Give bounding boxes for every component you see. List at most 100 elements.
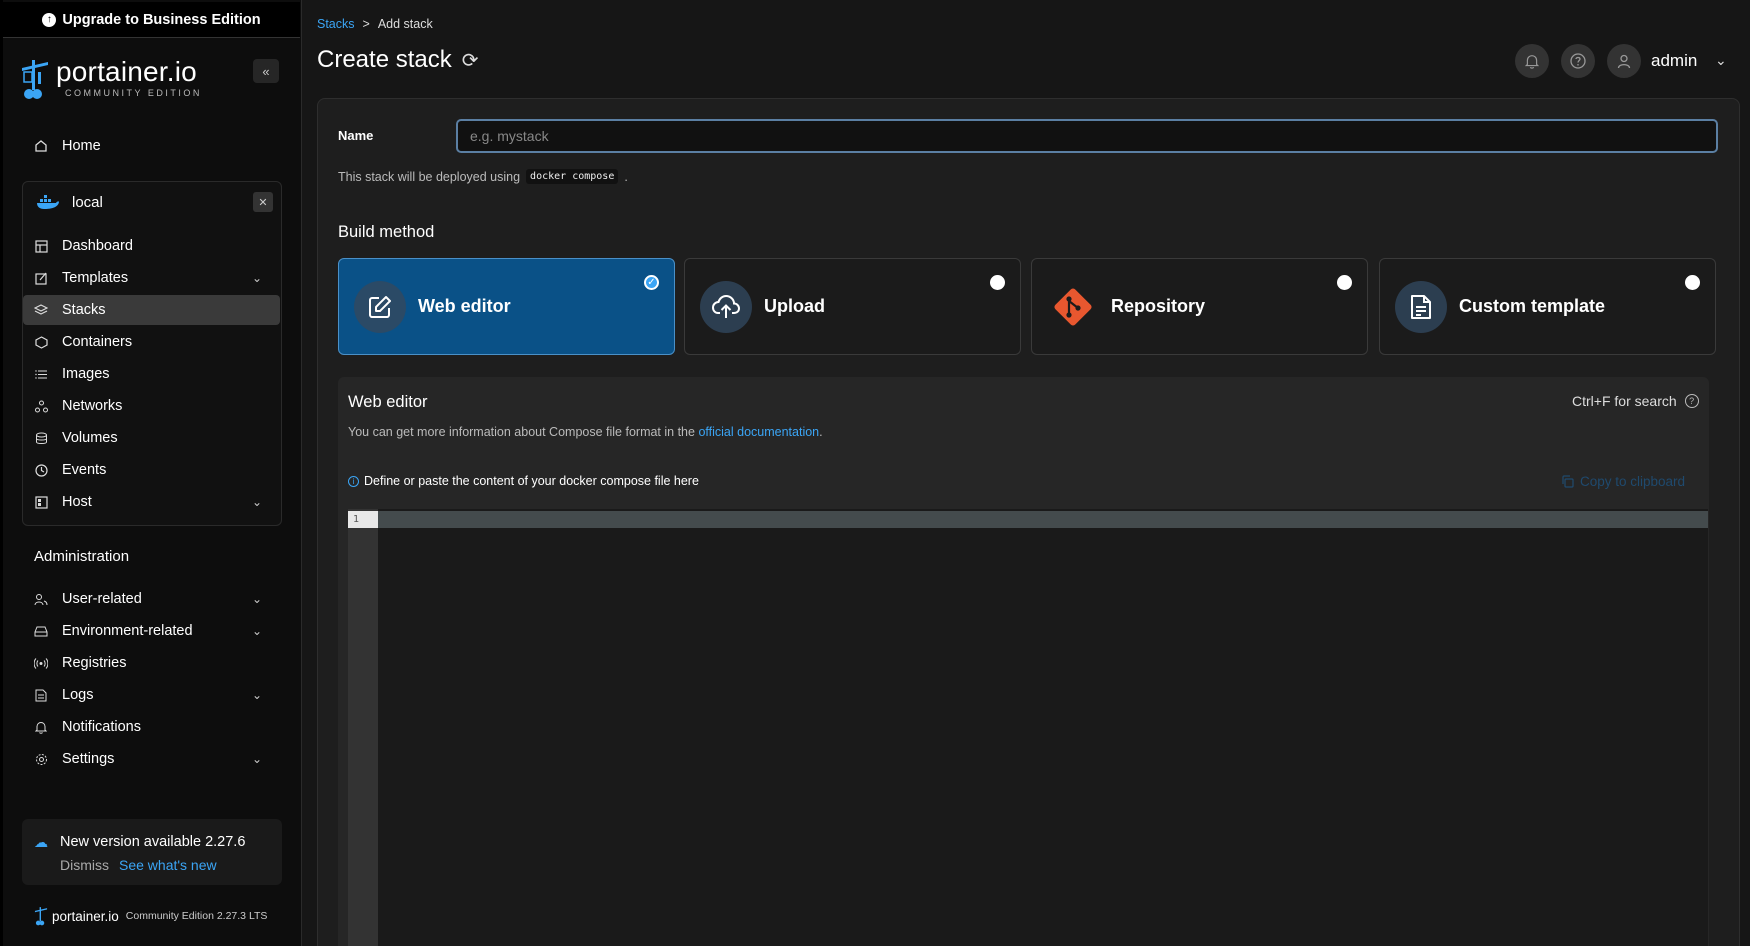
build-method-title: Build method <box>338 223 435 241</box>
copy-icon <box>1562 475 1574 488</box>
sidebar-item-templates[interactable]: Templates ⌄ <box>23 263 280 293</box>
line-number-gutter: 1 <box>348 509 378 946</box>
radio-button[interactable] <box>1337 275 1352 290</box>
sidebar-item-label: Environment-related <box>62 623 193 639</box>
dashboard-icon <box>34 239 48 253</box>
sidebar-item-networks[interactable]: Networks <box>23 391 280 421</box>
sidebar-item-label: Images <box>62 366 110 382</box>
environment-header[interactable]: local <box>22 182 282 222</box>
sidebar-item-containers[interactable]: Containers <box>23 327 280 357</box>
help-button[interactable] <box>1561 44 1595 78</box>
refresh-icon[interactable]: ⟳ <box>462 48 479 73</box>
sidebar-item-label: Settings <box>62 751 115 767</box>
sidebar-item-label: Notifications <box>62 719 141 735</box>
dismiss-link[interactable]: Dismiss <box>60 857 109 873</box>
sidebar-item-dashboard[interactable]: Dashboard <box>23 231 280 261</box>
sidebar-item-home[interactable]: Home <box>23 131 280 161</box>
chevron-down-icon: ⌄ <box>251 624 262 638</box>
editor-info-end: . <box>819 425 823 439</box>
portainer-logo[interactable]: portainer.io COMMUNITY EDITION <box>20 58 202 100</box>
templates-icon <box>34 271 48 285</box>
deploy-hint-code: docker compose <box>526 169 619 184</box>
chevron-down-icon: ⌄ <box>251 592 262 606</box>
edit-icon <box>354 280 406 333</box>
close-environment-button[interactable]: ✕ <box>253 192 273 212</box>
build-method-label: Custom template <box>1459 296 1606 316</box>
sidebar-item-label: Home <box>62 138 101 154</box>
help-circle-icon[interactable]: ? <box>1684 394 1699 408</box>
code-editor[interactable] <box>348 509 1708 946</box>
search-hint: Ctrl+F for search ? <box>1572 393 1699 409</box>
sidebar-item-volumes[interactable]: Volumes <box>23 423 280 453</box>
containers-icon <box>34 335 48 349</box>
sidebar-item-label: Stacks <box>62 302 106 318</box>
radio-button[interactable] <box>1685 275 1700 290</box>
copy-to-clipboard-button[interactable]: Copy to clipboard <box>1561 474 1685 489</box>
build-method-label: Repository <box>1111 296 1206 316</box>
collapse-sidebar-button[interactable]: « <box>253 59 279 83</box>
administration-heading: Administration <box>34 548 130 565</box>
whats-new-link[interactable]: See what's new <box>119 857 217 873</box>
chevron-down-icon: ⌄ <box>251 752 262 766</box>
footer-logo: portainer.io Community Edition 2.27.3 LT… <box>34 906 267 926</box>
breadcrumb-current: Add stack <box>377 17 433 31</box>
user-name[interactable]: admin <box>1651 51 1697 71</box>
build-method-custom-template[interactable]: Custom template <box>1379 258 1716 355</box>
home-icon <box>34 139 48 153</box>
sidebar-item-label: Logs <box>62 687 94 703</box>
radio-button[interactable] <box>990 275 1005 290</box>
sidebar-item-user-related[interactable]: User-related ⌄ <box>23 584 280 614</box>
footer-version: Community Edition 2.27.3 LTS <box>125 910 268 922</box>
build-method-web-editor[interactable]: Web editor ✓ <box>338 258 675 355</box>
build-method-upload[interactable]: Upload <box>684 258 1021 355</box>
volumes-icon <box>34 431 48 445</box>
double-chevron-left-icon: « <box>262 63 270 79</box>
git-icon <box>1047 281 1099 333</box>
editor-info: You can get more information about Compo… <box>348 425 823 439</box>
sidebar-item-label: Containers <box>62 334 133 350</box>
images-icon <box>34 367 48 381</box>
official-documentation-link[interactable]: official documentation <box>698 425 819 439</box>
copy-label: Copy to clipboard <box>1580 474 1686 489</box>
events-icon <box>34 463 48 477</box>
sidebar-item-stacks[interactable]: Stacks <box>23 295 280 325</box>
docker-icon <box>37 195 59 209</box>
chevron-down-icon: ⌄ <box>251 271 262 285</box>
build-method-repository[interactable]: Repository <box>1031 258 1368 355</box>
sidebar-item-registries[interactable]: Registries <box>23 648 280 678</box>
check-icon[interactable]: ✓ <box>644 275 659 290</box>
page-title: Create stack ⟳ <box>317 46 478 74</box>
upgrade-button[interactable]: ↑ Upgrade to Business Edition <box>3 2 300 38</box>
portainer-crane-icon <box>22 60 48 99</box>
portainer-crane-icon <box>34 907 48 926</box>
logo-subtitle: COMMUNITY EDITION <box>65 88 202 98</box>
name-label: Name <box>338 128 374 143</box>
breadcrumb-stacks-link[interactable]: Stacks <box>317 17 355 31</box>
logo-wordmark: portainer.io <box>56 56 197 87</box>
user-avatar[interactable] <box>1607 44 1641 78</box>
search-hint-text: Ctrl+F for search <box>1572 393 1677 409</box>
notifications-button[interactable] <box>1515 44 1549 78</box>
active-line-highlight[interactable] <box>378 511 1708 528</box>
build-method-label: Upload <box>764 296 825 316</box>
stack-name-input[interactable] <box>456 119 1718 153</box>
sidebar-item-images[interactable]: Images <box>23 359 280 389</box>
info-icon: i <box>348 475 359 487</box>
sidebar-item-logs[interactable]: Logs ⌄ <box>23 680 280 710</box>
deploy-hint-end: . <box>624 169 628 184</box>
help-circle-icon <box>1570 53 1586 69</box>
document-icon <box>1395 280 1447 333</box>
chevron-down-icon[interactable]: ⌄ <box>1715 52 1727 69</box>
sidebar-item-environment-related[interactable]: Environment-related ⌄ <box>23 616 280 646</box>
sidebar-item-label: Host <box>62 494 92 510</box>
user-icon <box>1617 54 1631 68</box>
line-number: 1 <box>348 511 378 528</box>
sidebar-item-settings[interactable]: Settings ⌄ <box>23 744 280 774</box>
chevron-down-icon: ⌄ <box>251 495 262 509</box>
sidebar-item-notifications[interactable]: Notifications <box>23 712 280 742</box>
sidebar-item-events[interactable]: Events <box>23 455 280 485</box>
host-icon <box>34 495 48 509</box>
sidebar-item-host[interactable]: Host ⌄ <box>23 487 280 517</box>
sidebar-item-label: User-related <box>62 591 142 607</box>
gear-icon <box>34 752 48 766</box>
